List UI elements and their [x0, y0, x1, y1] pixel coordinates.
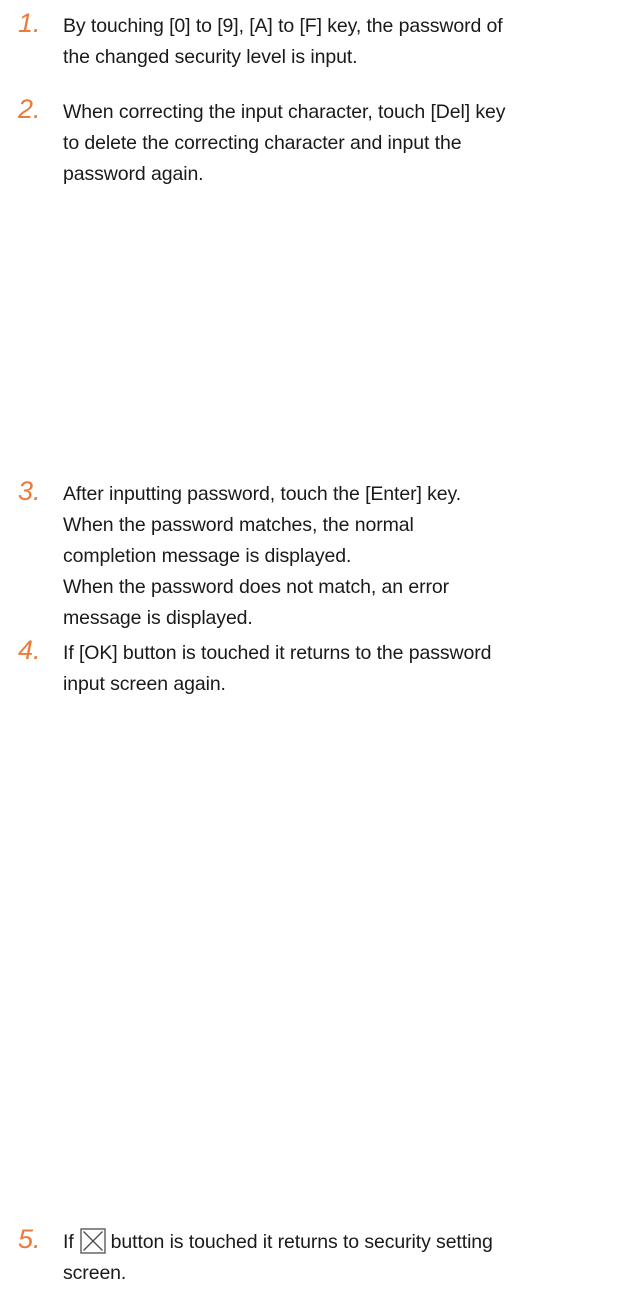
close-box-icon: [79, 1228, 106, 1254]
step-number: 5.: [18, 1224, 41, 1254]
step-number: 2.: [18, 94, 41, 124]
step-1: 1. By touching [0] to [9], [A] to [F] ke…: [18, 8, 610, 73]
step-number: 3.: [18, 476, 41, 506]
step-text-line: password again.: [63, 163, 204, 185]
step-text: When correcting the input character, tou…: [63, 97, 610, 190]
step-text-fragment: button is touched it returns to security…: [110, 1231, 493, 1253]
step-number: 1.: [18, 8, 41, 38]
step-text-line: If [OK] button is touched it returns to …: [63, 642, 492, 664]
step-4: 4. If [OK] button is touched it returns …: [18, 635, 610, 700]
step-5: 5. If button is touched it returns to se…: [18, 1224, 610, 1289]
step-3: 3. After inputting password, touch the […: [18, 476, 610, 634]
step-text-line: When the password matches, the normal: [63, 514, 414, 536]
step-text: If [OK] button is touched it returns to …: [63, 638, 610, 700]
step-text-line: screen.: [63, 1262, 127, 1284]
step-text-line: After inputting password, touch the [Ent…: [63, 483, 462, 505]
step-text: After inputting password, touch the [Ent…: [63, 479, 610, 634]
step-number: 4.: [18, 635, 41, 665]
step-text-line: When the password does not match, an err…: [63, 576, 450, 598]
step-text-line: the changed security level is input.: [63, 46, 358, 68]
step-text-line: message is displayed.: [63, 607, 253, 629]
step-text: If button is touched it returns to secur…: [63, 1227, 610, 1289]
close-box-icon-graphic: [79, 1228, 106, 1254]
step-text-line: input screen again.: [63, 673, 226, 695]
step-text-line: completion message is displayed.: [63, 545, 352, 567]
step-text-line: When correcting the input character, tou…: [63, 101, 506, 123]
step-text-line: By touching [0] to [9], [A] to [F] key, …: [63, 15, 503, 37]
step-text-fragment: If: [63, 1231, 74, 1253]
step-2: 2. When correcting the input character, …: [18, 94, 610, 190]
step-text-line: to delete the correcting character and i…: [63, 132, 462, 154]
step-text-line: If button is touched it returns to secur…: [63, 1227, 610, 1258]
step-text: By touching [0] to [9], [A] to [F] key, …: [63, 11, 610, 73]
